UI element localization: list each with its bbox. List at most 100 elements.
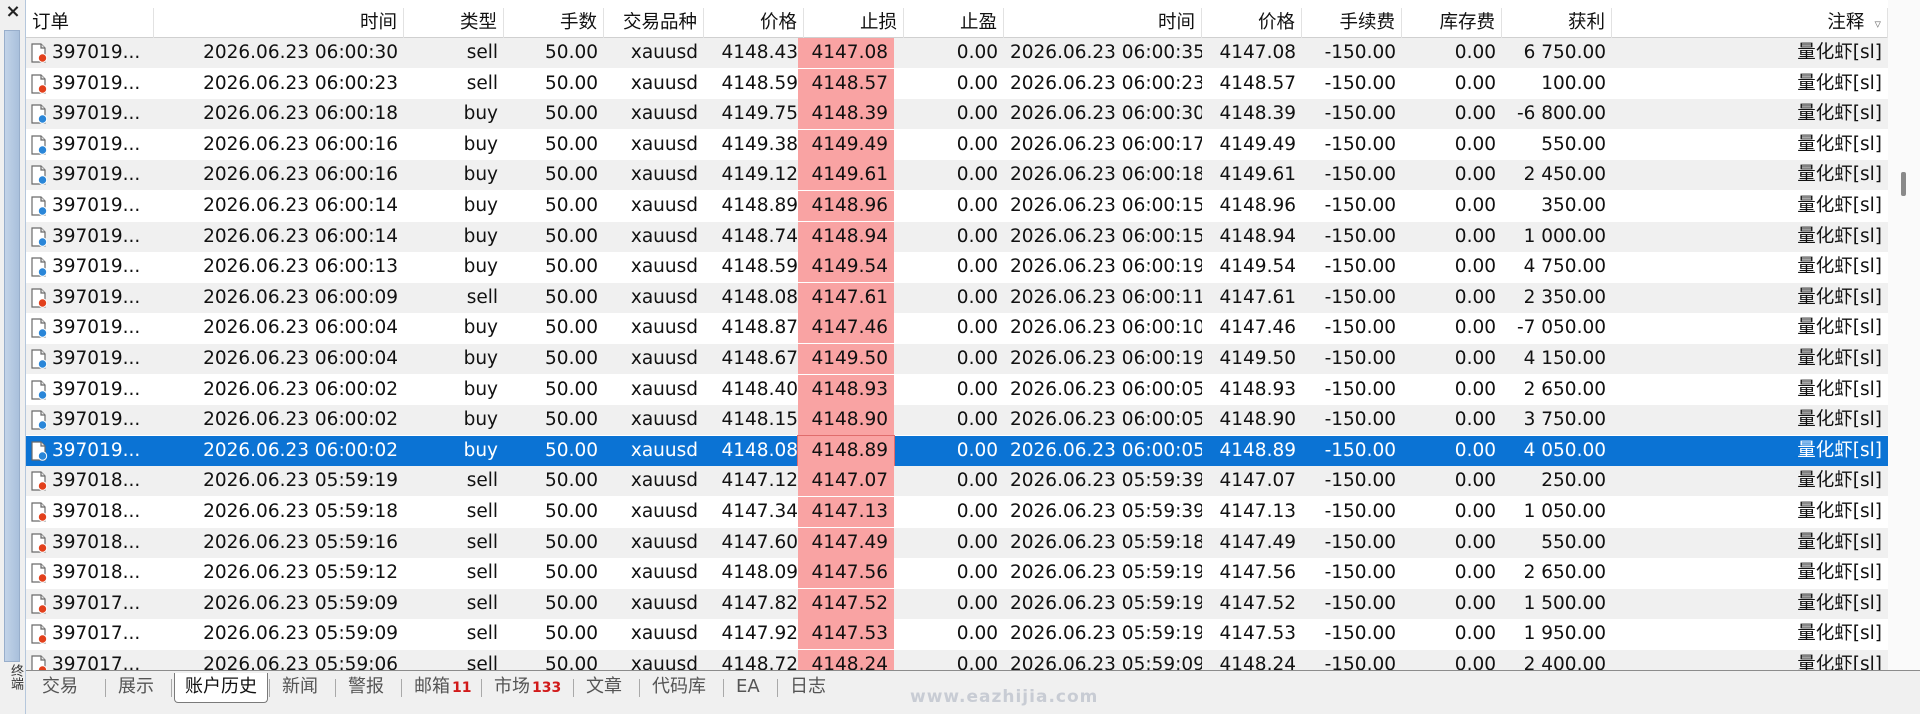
column-header-tp[interactable]: 止盈 (904, 8, 1004, 38)
tab-4[interactable]: 警报 (338, 673, 394, 703)
buy-order-icon (30, 165, 48, 186)
cell-volume: 50.00 (545, 164, 598, 186)
cell-close-price: 4147.08 (1219, 42, 1296, 63)
table-row[interactable]: 397019... 2026.06.23 06:00:02 buy 50.00 xauu… (26, 405, 1888, 436)
order-id: 397019... (52, 348, 141, 369)
table-row[interactable]: 397019... 2026.06.23 06:00:18 buy 50.00 xauu… (26, 99, 1888, 130)
tab-2[interactable]: 账户历史 (174, 673, 268, 703)
table-row[interactable]: 397019... 2026.06.23 06:00:30 sell 50.00 xau… (26, 38, 1888, 68)
cell-commission: -150.00 (1324, 256, 1396, 278)
cell-close-price: 4147.52 (1219, 592, 1296, 614)
cell-price: 4148.08 (721, 286, 798, 308)
buy-order-icon (30, 226, 48, 247)
cell-sl: 4147.53 (798, 619, 894, 650)
cell-tp: 0.00 (956, 592, 998, 614)
cell-order: 397019... (26, 191, 154, 221)
tab-10[interactable]: 日志 (780, 673, 836, 703)
column-header-open-time[interactable]: 时间 (154, 8, 404, 38)
table-row[interactable]: 397017... 2026.06.23 05:59:09 sell 50.00 xau… (26, 619, 1888, 650)
column-header-close-price[interactable]: 价格 (1202, 8, 1302, 38)
cell-price: 4149.12 (721, 164, 798, 186)
cell-sl: 4149.54 (798, 252, 894, 283)
table-row[interactable]: 397018... 2026.06.23 05:59:12 sell 50.00 xau… (26, 558, 1888, 589)
cell-commission: -150.00 (1324, 317, 1396, 339)
table-row[interactable]: 397017... 2026.06.23 05:59:09 sell 50.00 xau… (26, 588, 1888, 619)
tab-3[interactable]: 新闻 (272, 673, 328, 703)
cell-sl: 4147.13 (798, 497, 894, 527)
table-row[interactable]: 397019... 2026.06.23 06:00:04 buy 50.00 xauu… (26, 313, 1888, 344)
column-header-order[interactable]: 订单 (26, 8, 154, 38)
cell-open-time: 2026.06.23 06:00:16 (203, 164, 398, 186)
table-row[interactable]: 397019... 2026.06.23 06:00:02 buy 50.00 xauu… (26, 434, 1888, 467)
cell-price: 4148.67 (721, 348, 798, 369)
cell-close-price: 4147.13 (1219, 501, 1296, 522)
table-row[interactable]: 397019... 2026.06.23 06:00:16 buy 50.00 xauu… (26, 129, 1888, 160)
table-row[interactable]: 397019... 2026.06.23 06:00:23 sell 50.00 xau… (26, 68, 1888, 99)
table-row[interactable]: 397019... 2026.06.23 06:00:04 buy 50.00 xauu… (26, 344, 1888, 374)
table-row[interactable]: 397019... 2026.06.23 06:00:02 buy 50.00 xauu… (26, 374, 1888, 405)
cell-close-time: 2026.06.23 05:59:39 (1010, 470, 1202, 492)
cell-comment: 量化虾[sl] (1797, 195, 1882, 216)
cell-volume: 50.00 (545, 623, 598, 645)
cell-close-price: 4149.50 (1219, 348, 1296, 369)
cell-open-time: 2026.06.23 06:00:02 (203, 409, 398, 431)
tab-1[interactable]: 展示 (108, 673, 164, 703)
cell-commission: -150.00 (1324, 654, 1396, 670)
cell-close-price: 4148.93 (1219, 378, 1296, 400)
column-header-type[interactable]: 类型 (404, 8, 504, 38)
column-header-commission[interactable]: 手续费 (1302, 8, 1402, 38)
tab-8[interactable]: 代码库 (642, 673, 716, 703)
scrollbar-thumb[interactable] (1901, 172, 1906, 196)
column-header-close-time[interactable]: 时间 (1004, 8, 1202, 38)
cell-type: buy (463, 195, 498, 216)
table-row[interactable]: 397019... 2026.06.23 06:00:14 buy 50.00 xauu… (26, 191, 1888, 221)
table-row[interactable]: 397019... 2026.06.23 06:00:16 buy 50.00 xauu… (26, 160, 1888, 191)
column-header-profit[interactable]: 获利 (1502, 8, 1612, 38)
table-row[interactable]: 397017... 2026.06.23 05:59:06 sell 50.00 xau… (26, 650, 1888, 670)
buy-order-icon (30, 349, 48, 369)
tab-7[interactable]: 文章 (576, 673, 632, 703)
cell-open-time: 2026.06.23 05:59:09 (203, 592, 398, 614)
cell-tp: 0.00 (956, 72, 998, 94)
cell-tp: 0.00 (956, 317, 998, 339)
tab-6[interactable]: 市场 133 (484, 673, 571, 703)
cell-open-time: 2026.06.23 05:59:16 (203, 531, 398, 553)
cell-close-price: 4147.53 (1219, 623, 1296, 645)
table-row[interactable]: 397019... 2026.06.23 06:00:13 buy 50.00 xauu… (26, 252, 1888, 283)
order-id: 397018... (52, 501, 141, 522)
cell-open-time: 2026.06.23 05:59:19 (203, 470, 398, 492)
cell-sl: 4148.89 (797, 434, 895, 467)
tab-5[interactable]: 邮箱 11 (404, 673, 481, 703)
cell-comment: 量化虾[sl] (1797, 133, 1882, 155)
vertical-scrollbar[interactable] (1888, 0, 1920, 670)
cell-open-time: 2026.06.23 06:00:04 (203, 317, 398, 339)
sell-order-icon (30, 502, 48, 522)
cell-open-time: 2026.06.23 06:00:14 (203, 225, 398, 247)
cell-comment: 量化虾[sl] (1797, 470, 1882, 492)
column-header-price[interactable]: 价格 (704, 8, 804, 38)
close-icon[interactable]: × (3, 2, 23, 22)
cell-tp: 0.00 (956, 409, 998, 431)
cell-volume: 50.00 (545, 195, 598, 216)
cell-volume: 50.00 (545, 133, 598, 155)
table-row[interactable]: 397019... 2026.06.23 06:00:09 sell 50.00 xau… (26, 282, 1888, 313)
cell-volume: 50.00 (545, 286, 598, 308)
table-row[interactable]: 397018... 2026.06.23 05:59:19 sell 50.00 xau… (26, 466, 1888, 497)
tab-0[interactable]: 交易 (32, 673, 88, 703)
column-header-comment[interactable]: 注释 ▿ (1612, 8, 1888, 38)
tab-9[interactable]: EA (726, 673, 770, 703)
cell-volume: 50.00 (545, 42, 598, 63)
cell-open-time: 2026.06.23 06:00:02 (203, 378, 398, 400)
table-row[interactable]: 397018... 2026.06.23 05:59:16 sell 50.00 xau… (26, 527, 1888, 558)
column-header-sl[interactable]: 止损 (804, 8, 904, 38)
column-header-swap[interactable]: 库存费 (1402, 8, 1502, 38)
column-header-volume[interactable]: 手数 (504, 8, 604, 38)
cell-type: buy (463, 317, 498, 339)
table-row[interactable]: 397019... 2026.06.23 06:00:14 buy 50.00 xauu… (26, 221, 1888, 252)
cell-profit: 2 650.00 (1523, 562, 1606, 584)
cell-commission: -150.00 (1324, 501, 1396, 522)
table-row[interactable]: 397018... 2026.06.23 05:59:18 sell 50.00 xau… (26, 497, 1888, 527)
column-header-symbol[interactable]: 交易品种 (604, 8, 704, 38)
toolbox-rail[interactable] (4, 30, 20, 662)
cell-profit: 550.00 (1541, 531, 1606, 553)
